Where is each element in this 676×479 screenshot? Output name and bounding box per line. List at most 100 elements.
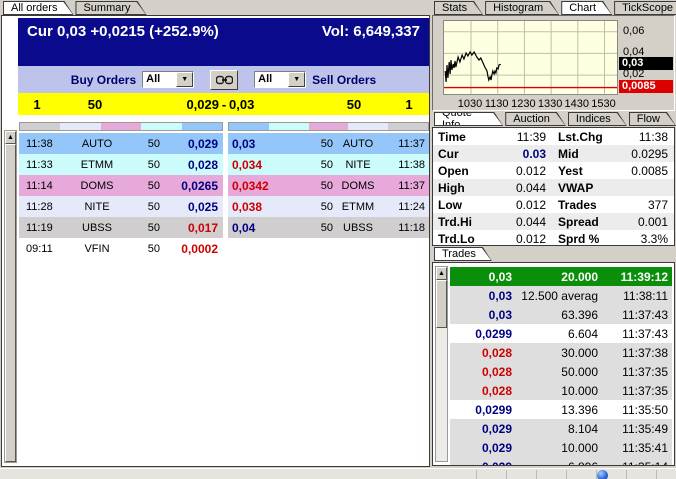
volume-summary: Vol: 6,649,337 <box>321 23 420 40</box>
trade-time: 11:37:38 <box>622 345 668 360</box>
tab-flow[interactable]: Flow <box>629 112 676 126</box>
chevron-down-icon[interactable]: ▼ <box>288 72 306 87</box>
order-price: 0,0002 <box>181 241 218 256</box>
chain-link-icon <box>215 75 233 84</box>
tab-stats[interactable]: Stats <box>434 1 483 15</box>
trade-row[interactable]: 0,0299 13.396 11:35:50 <box>450 400 672 419</box>
buy-order-row[interactable]: 11:38 AUTO 50 0,029 <box>19 133 223 154</box>
order-book-scrollbar[interactable]: ▲ <box>4 130 17 463</box>
x-axis-tick-label: 1330 <box>537 98 563 110</box>
tab-quote-info[interactable]: Quote Info <box>434 112 503 126</box>
buy-order-row[interactable]: 11:28 NITE 50 0,025 <box>19 196 223 217</box>
trade-row[interactable]: 0,03 12.500 averag 11:38:11 <box>450 286 672 305</box>
order-price: 0,017 <box>187 220 218 235</box>
order-price: 0,03 <box>232 136 256 151</box>
quote-row: Cur 0.03 Mid 0.0295 <box>433 145 674 162</box>
quote-row: High 0.044 VWAP <box>433 179 674 196</box>
link-panels-button[interactable] <box>210 69 239 90</box>
sell-order-row[interactable]: 0,038 50 ETMM 11:24 <box>228 196 429 217</box>
sell-orders-label: Sell Orders <box>312 72 377 87</box>
quote-label: Trd.Hi <box>438 214 473 229</box>
sell-order-row[interactable]: 0,04 50 UBSS 11:18 <box>228 217 429 238</box>
scroll-up-arrow[interactable]: ▲ <box>5 131 16 144</box>
tab-auction[interactable]: Auction <box>505 112 566 126</box>
tab-trades[interactable]: Trades <box>434 247 492 261</box>
y-axis-tick-label: 0,02 <box>623 68 645 81</box>
quote-value: 11:38 <box>638 129 668 144</box>
buy-order-row[interactable]: 09:11 VFIN 50 0,0002 <box>19 238 223 259</box>
sell-order-row[interactable]: 0,0342 50 DOMS 11:37 <box>228 175 429 196</box>
trade-quantity: 6.896 <box>512 460 598 466</box>
legend-swatch <box>181 123 223 130</box>
quote-value: 0.0085 <box>631 163 668 178</box>
trade-row[interactable]: 0,028 10.000 11:37:35 <box>450 381 672 400</box>
trade-row[interactable]: 0,028 30.000 11:37:38 <box>450 343 672 362</box>
trade-row[interactable]: 0,028 50.000 11:37:35 <box>450 362 672 381</box>
order-price: 0,029 <box>187 136 218 151</box>
analysis-tab-bar: Stats Histogram Chart TickScope <box>434 1 676 15</box>
order-quantity: 50 <box>147 221 160 234</box>
trade-time: 11:39:12 <box>620 269 668 284</box>
scrollbar-thumb[interactable] <box>5 144 16 462</box>
tab-chart[interactable]: Chart <box>561 1 612 15</box>
buy-order-row[interactable]: 11:14 DOMS 50 0,0265 <box>19 175 223 196</box>
quote-label: Trd.Lo <box>438 231 475 246</box>
order-quantity: 50 <box>147 179 160 192</box>
trade-row[interactable]: 0,0296.89611:35:14 <box>450 457 672 466</box>
buy-orders-table: 11:38 AUTO 50 0,029 11:33 ETMM 50 0,028 11:14 DOM… <box>19 133 223 259</box>
order-quantity: 50 <box>147 158 160 171</box>
trade-row[interactable]: 0,03 20.000 11:39:12 <box>450 267 672 286</box>
quote-label: Cur <box>438 146 459 161</box>
trade-time: 11:35:50 <box>622 402 668 417</box>
tab-summary[interactable]: Summary <box>75 1 146 15</box>
trade-price: 0,028 <box>481 364 512 379</box>
sell-order-row[interactable]: 0,034 50 NITE 11:38 <box>228 154 429 175</box>
trade-price: 0,03 <box>488 288 512 303</box>
order-quantity: 50 <box>147 137 160 150</box>
tab-tickscope[interactable]: TickScope <box>614 1 676 15</box>
trade-quantity: 10.000 <box>561 440 598 455</box>
trade-row[interactable]: 0,029 10.000 11:35:41 <box>450 438 672 457</box>
quote-label: Mid <box>558 146 579 161</box>
trade-quantity: 12.500 averag <box>521 288 598 303</box>
scrollbar-thumb[interactable] <box>436 280 447 328</box>
trade-price: 0,03 <box>488 269 512 284</box>
legend-swatch <box>20 123 61 130</box>
status-bar <box>0 468 676 479</box>
trade-row[interactable]: 0,03 63.396 11:37:43 <box>450 305 672 324</box>
tab-indices[interactable]: Indices <box>568 112 627 126</box>
buy-order-row[interactable]: 11:19 UBSS 50 0,017 <box>19 217 223 238</box>
member-code: UBSS <box>343 221 373 234</box>
tab-label: Flow <box>630 113 675 125</box>
order-filter-bar: Buy Orders All ▼ All ▼ Sell Orders <box>18 66 429 93</box>
sell-order-row[interactable]: 0,03 50 AUTO 11:37 <box>228 133 429 154</box>
trade-price: 0,0299 <box>475 402 512 417</box>
order-quantity: 50 <box>320 179 333 192</box>
scroll-up-arrow[interactable]: ▲ <box>436 267 447 280</box>
trade-time: 11:37:35 <box>622 383 668 398</box>
tab-histogram[interactable]: Histogram <box>485 1 559 15</box>
tab-all-orders[interactable]: All orders <box>3 1 73 15</box>
legend-swatch <box>348 123 389 130</box>
order-quantity: 50 <box>320 200 333 213</box>
trade-time: 11:37:43 <box>622 326 668 341</box>
trades-tab-bar: Trades <box>434 247 492 261</box>
quote-value: 0.0295 <box>631 146 668 161</box>
sell-orders-filter-dropdown[interactable]: All ▼ <box>254 71 307 88</box>
buy-order-row[interactable]: 11:33 ETMM 50 0,028 <box>19 154 223 175</box>
order-price: 0,0342 <box>232 178 269 193</box>
buy-orders-filter-dropdown[interactable]: All ▼ <box>142 71 195 88</box>
trade-row[interactable]: 0,029 8.104 11:35:49 <box>450 419 672 438</box>
quote-value: 0.012 <box>515 197 546 212</box>
trade-row[interactable]: 0,0299 6.604 11:37:43 <box>450 324 672 343</box>
legend-swatch <box>60 123 101 130</box>
trade-price: 0,029 <box>450 460 512 466</box>
chevron-down-icon[interactable]: ▼ <box>176 72 194 87</box>
order-price: 0,025 <box>187 199 218 214</box>
order-price: 0,028 <box>187 157 218 172</box>
quote-value: 3.3% <box>640 231 668 246</box>
x-axis-tick-label: 1530 <box>591 98 616 110</box>
trades-scrollbar[interactable]: ▲ <box>435 266 448 462</box>
tab-label: Auction <box>506 113 565 125</box>
trade-quantity: 63.396 <box>561 307 598 322</box>
